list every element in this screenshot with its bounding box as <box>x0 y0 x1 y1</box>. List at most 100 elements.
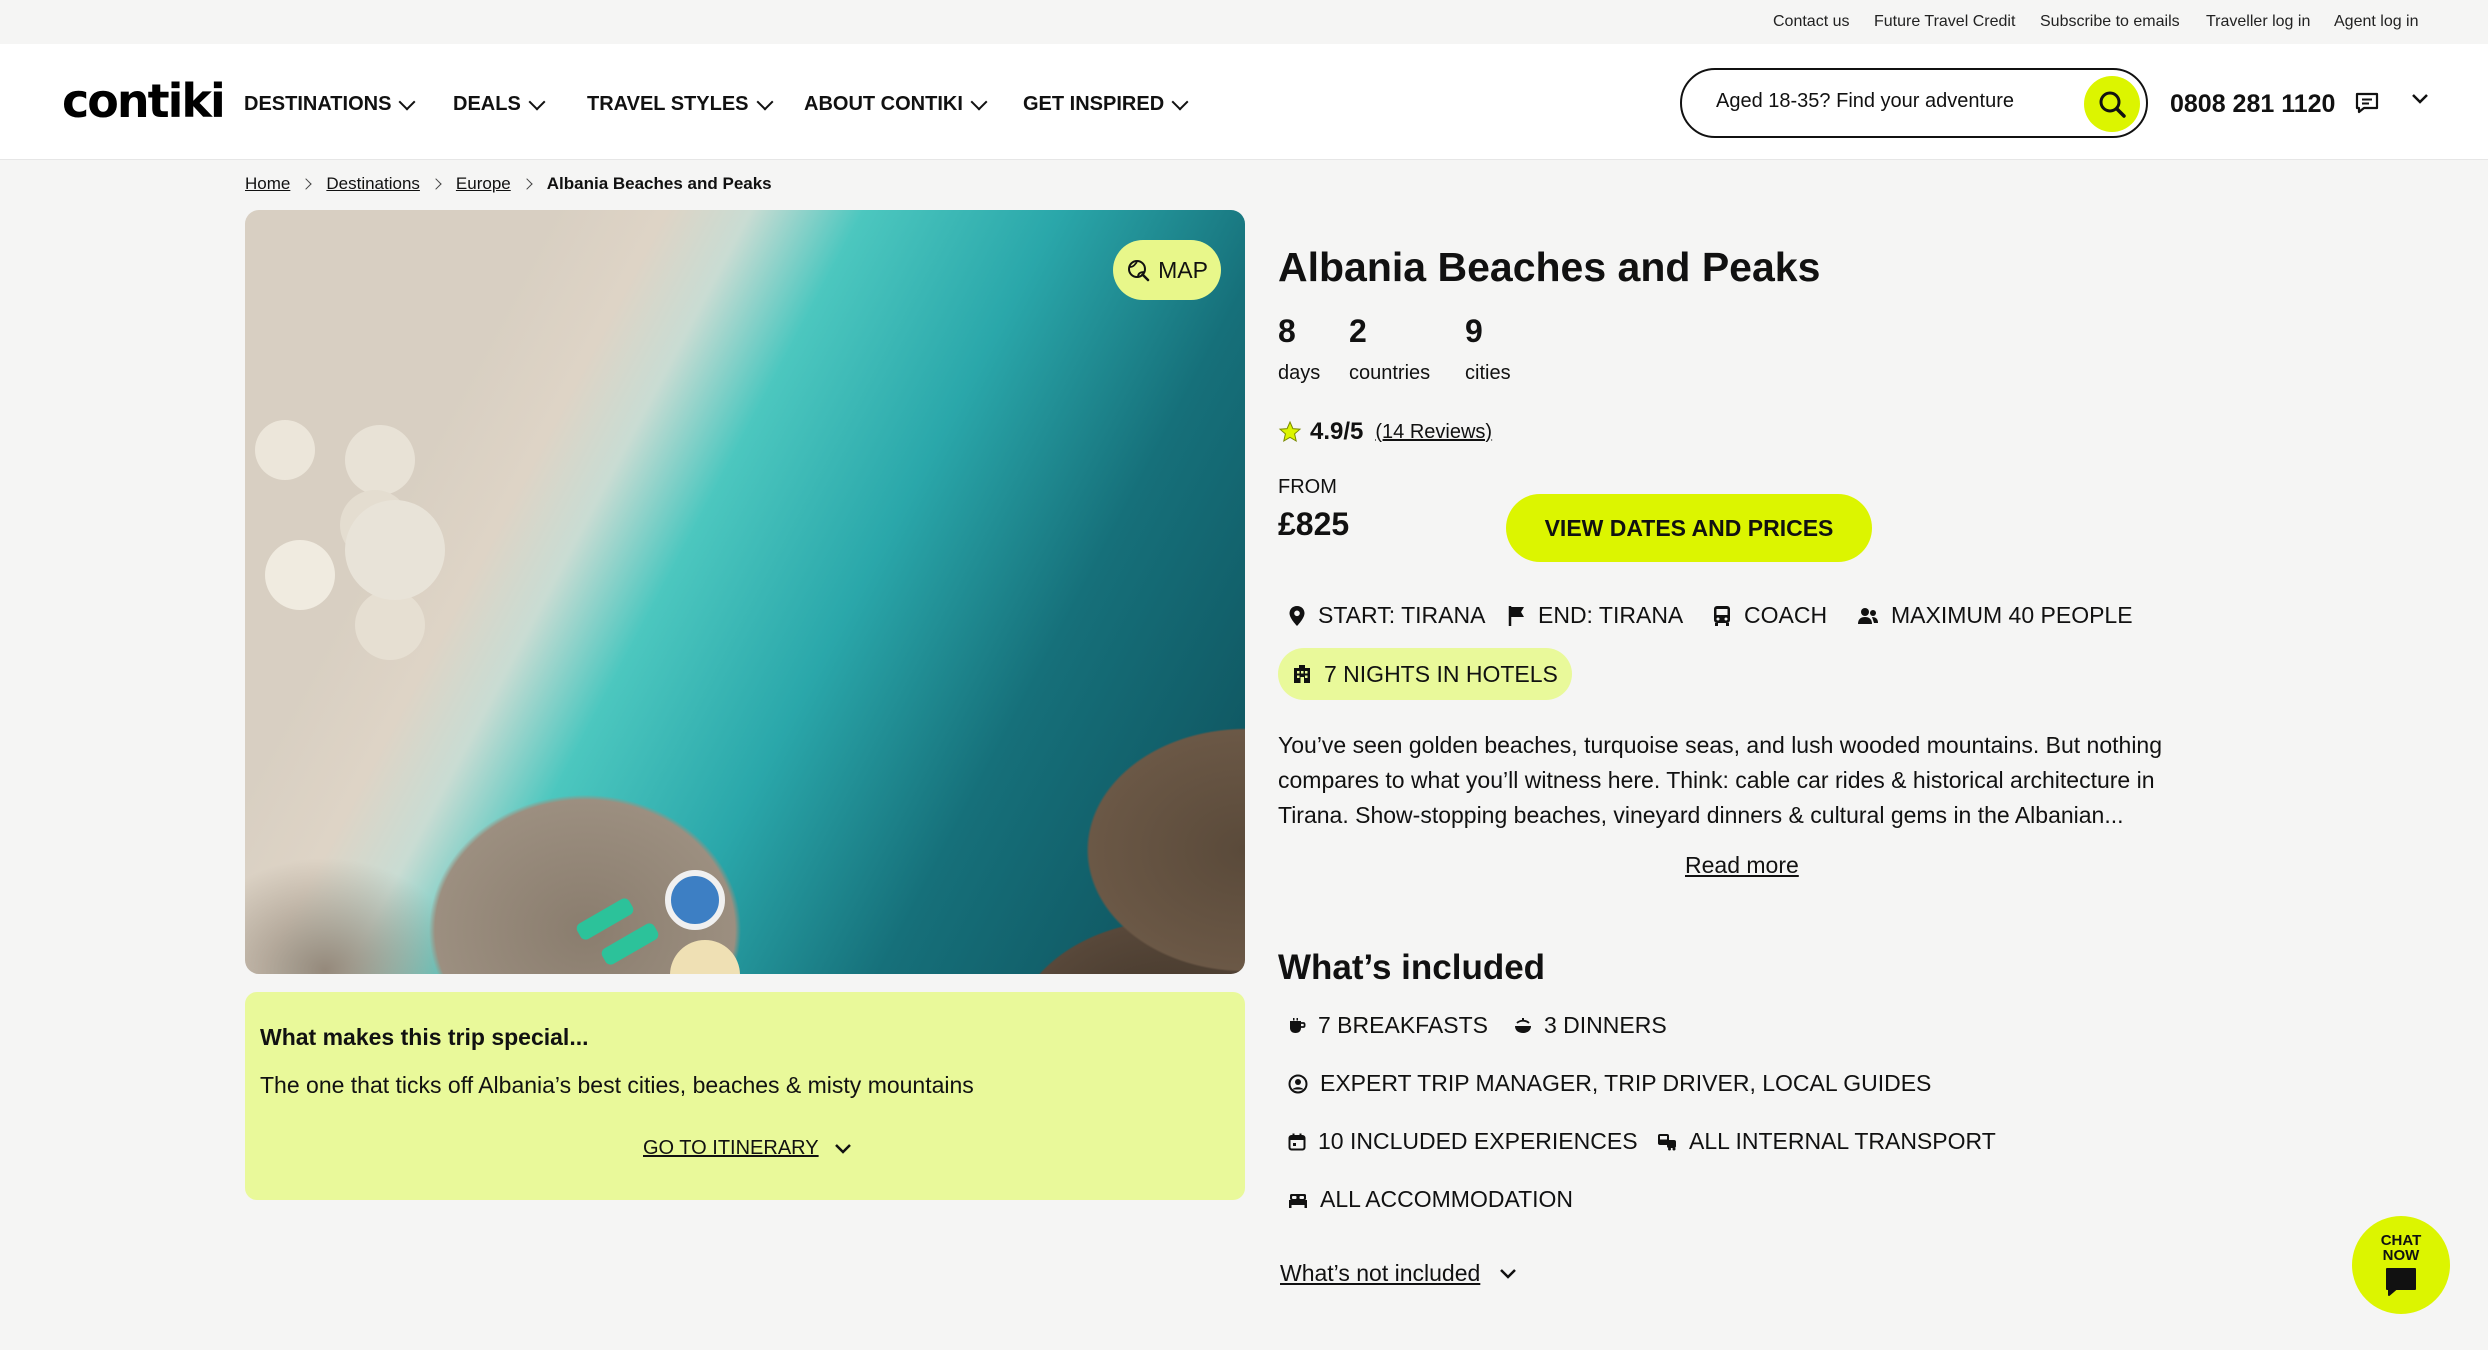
special-text: The one that ticks off Albania’s best ci… <box>260 1072 974 1098</box>
breadcrumb-destinations[interactable]: Destinations <box>326 174 420 194</box>
chevron-right-icon <box>430 178 442 190</box>
beach-umbrella <box>345 500 445 600</box>
included-dinners-label: 3 DINNERS <box>1544 1012 1667 1038</box>
trip-rating: 4.9/5 (14 Reviews) <box>1278 418 1492 446</box>
hotels-badge: 7 NIGHTS IN HOTELS <box>1278 648 1572 700</box>
chat-label: CHAT NOW <box>2381 1233 2422 1263</box>
beach-umbrella <box>265 540 335 610</box>
nav-destinations[interactable]: DESTINATIONS <box>244 93 416 116</box>
contact-us-link[interactable]: Contact us <box>1773 13 1849 31</box>
breadcrumb: Home Destinations Europe Albania Beaches… <box>245 174 772 194</box>
chat-label-line-1: CHAT <box>2380 1232 2422 1249</box>
trip-special-box: What makes this trip special... The one … <box>245 992 1245 1200</box>
breadcrumb-current: Albania Beaches and Peaks <box>546 174 772 193</box>
stat-countries-label: countries <box>1349 362 1431 384</box>
star-icon <box>1278 420 1302 443</box>
map-label: MAP <box>1158 256 1208 283</box>
chevron-down-icon <box>834 1143 851 1154</box>
go-to-itinerary-link[interactable]: GO TO ITINERARY <box>643 1137 853 1160</box>
utility-bar: Contact us Future Travel Credit Subscrib… <box>0 0 2488 44</box>
included-accommodation-label: ALL ACCOMMODATION <box>1320 1186 1574 1212</box>
hotel-icon <box>1294 665 1310 683</box>
nav-label: ABOUT CONTIKI <box>804 93 963 115</box>
calendar-icon <box>1288 1133 1306 1150</box>
chevron-right-icon <box>521 178 533 190</box>
included-transport-label: ALL INTERNAL TRANSPORT <box>1689 1128 1996 1154</box>
message-icon[interactable] <box>2354 91 2380 115</box>
reviews-link[interactable]: (14 Reviews) <box>1375 421 1492 444</box>
main-header: contiki DESTINATIONS DEALS TRAVEL STYLES… <box>0 44 2488 160</box>
feature-end: END: TIRANA <box>1508 602 1683 629</box>
chevron-right-icon <box>300 178 313 190</box>
view-dates-prices-button[interactable]: VIEW DATES AND PRICES <box>1506 494 1872 562</box>
whats-not-included-toggle[interactable]: What’s not included <box>1280 1260 1518 1287</box>
user-circle-icon <box>1288 1074 1308 1093</box>
beach-umbrella <box>345 425 415 495</box>
search-input[interactable] <box>1716 90 2056 113</box>
included-breakfasts: 7 BREAKFASTS <box>1288 1012 1488 1039</box>
contiki-logo[interactable]: contiki <box>62 74 226 128</box>
read-more-link[interactable]: Read more <box>1685 852 1799 879</box>
special-heading: What makes this trip special... <box>260 1024 589 1050</box>
chevron-down-icon[interactable] <box>2410 92 2430 106</box>
rating-score: 4.9/5 <box>1310 418 1364 445</box>
beach-umbrella <box>670 940 740 974</box>
feature-group-size: MAXIMUM 40 PEOPLE <box>1857 602 2133 629</box>
dinner-icon <box>1515 1017 1531 1033</box>
hotels-label: 7 NIGHTS IN HOTELS <box>1324 660 1558 687</box>
breadcrumb-europe[interactable]: Europe <box>456 174 511 194</box>
traveller-login-link[interactable]: Traveller log in <box>2206 13 2310 31</box>
feature-group-size-label: MAXIMUM 40 PEOPLE <box>1891 602 2133 628</box>
included-experiences: 10 INCLUDED EXPERIENCES <box>1288 1128 1638 1155</box>
beach-towel <box>599 921 661 967</box>
subscribe-link[interactable]: Subscribe to emails <box>2040 13 2180 31</box>
beach-umbrella <box>355 590 425 660</box>
feature-start-label: START: TIRANA <box>1318 602 1486 628</box>
stat-countries-value: 2 <box>1349 313 1367 349</box>
included-experiences-label: 10 INCLUDED EXPERIENCES <box>1318 1128 1638 1154</box>
trip-price: £825 <box>1278 506 1350 542</box>
beach-umbrella <box>255 420 315 480</box>
phone-number[interactable]: 0808 281 1120 <box>2170 90 2335 119</box>
chevron-down-icon <box>1500 1268 1517 1279</box>
trip-title: Albania Beaches and Peaks <box>1278 244 1821 290</box>
nav-deals[interactable]: DEALS <box>453 93 546 116</box>
not-included-label: What’s not included <box>1280 1260 1481 1286</box>
nav-get-inspired[interactable]: GET INSPIRED <box>1023 93 1189 116</box>
transport-icon <box>1658 1133 1676 1150</box>
from-label: FROM <box>1278 476 1337 498</box>
feature-start: START: TIRANA <box>1288 602 1485 629</box>
included-guides: EXPERT TRIP MANAGER, TRIP DRIVER, LOCAL … <box>1288 1070 1931 1097</box>
globe-search-icon <box>1128 260 1150 282</box>
included-accommodation: ALL ACCOMMODATION <box>1288 1186 1573 1213</box>
chevron-down-icon <box>1171 93 1189 110</box>
hero-image: MAP <box>245 210 1245 974</box>
trip-description: You’ve seen golden beaches, turquoise se… <box>1278 732 2163 828</box>
search-button[interactable] <box>2084 76 2140 132</box>
chevron-down-icon <box>756 93 774 110</box>
people-icon <box>1858 607 1878 624</box>
feature-transport: COACH <box>1712 602 1827 629</box>
stat-cities-label: cities <box>1465 362 1511 384</box>
nav-travel-styles[interactable]: TRAVEL STYLES <box>587 93 774 116</box>
included-breakfasts-label: 7 BREAKFASTS <box>1318 1012 1489 1038</box>
coach-icon <box>1714 605 1730 626</box>
agent-login-link[interactable]: Agent log in <box>2334 13 2419 31</box>
nav-about-contiki[interactable]: ABOUT CONTIKI <box>804 93 988 116</box>
stat-days-value: 8 <box>1278 313 1296 349</box>
chevron-down-icon <box>528 93 546 110</box>
feature-end-label: END: TIRANA <box>1538 602 1684 628</box>
future-travel-credit-link[interactable]: Future Travel Credit <box>1874 13 2015 31</box>
feature-transport-label: COACH <box>1744 602 1828 628</box>
map-button[interactable]: MAP <box>1113 240 1221 300</box>
breadcrumb-home[interactable]: Home <box>245 174 290 194</box>
nav-label: DEALS <box>453 93 521 115</box>
chevron-down-icon <box>398 93 416 110</box>
chat-label-line-2: NOW <box>2382 1247 2420 1264</box>
stat-cities-value: 9 <box>1465 313 1483 349</box>
search-box <box>1680 68 2148 138</box>
beach-umbrella <box>665 870 725 930</box>
chat-bubble-icon <box>2386 1268 2416 1296</box>
search-icon <box>2099 91 2126 118</box>
chat-now-button[interactable]: CHAT NOW <box>2352 1216 2450 1314</box>
